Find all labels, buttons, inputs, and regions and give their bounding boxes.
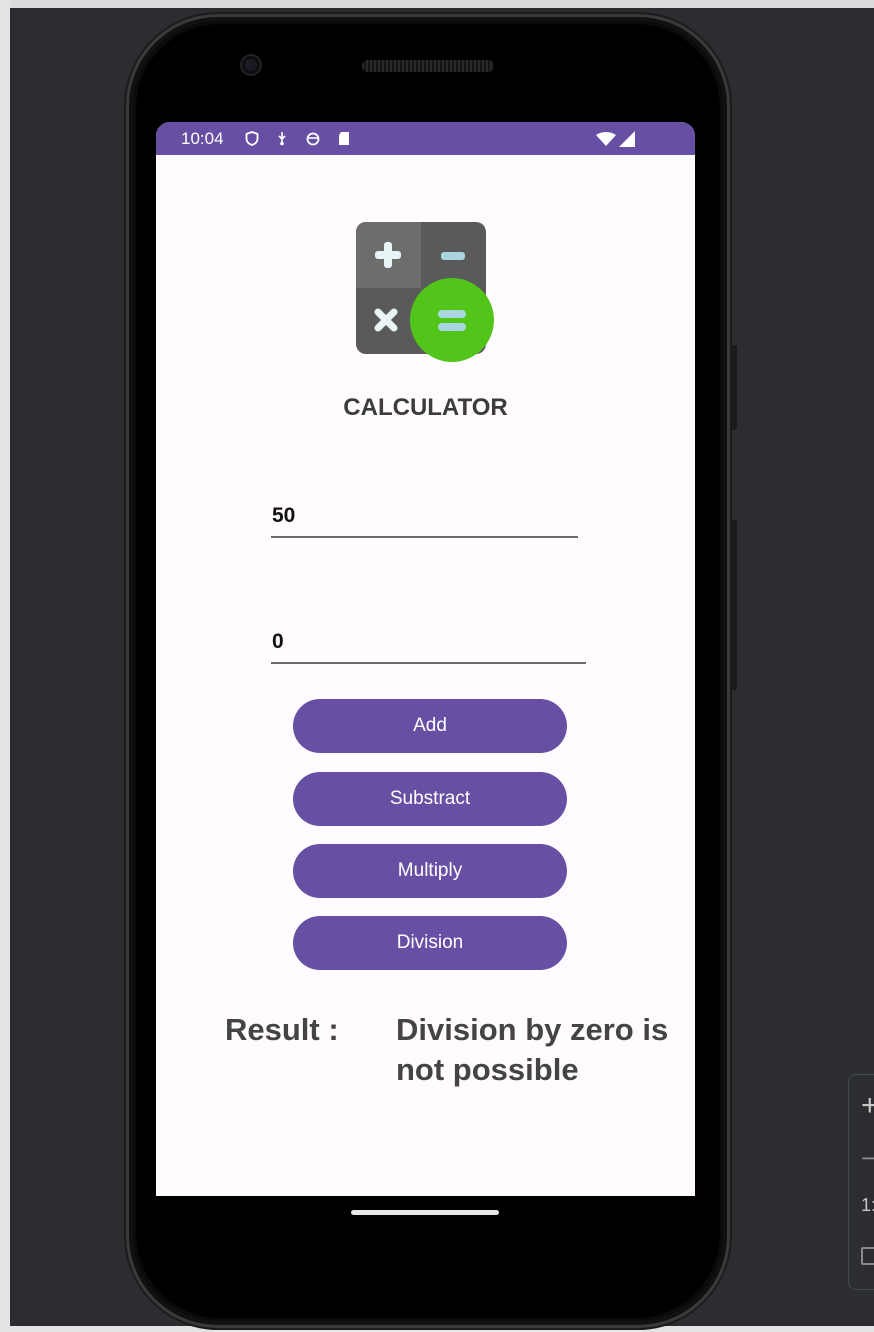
window-left-edge — [0, 0, 10, 1332]
result-label: Result : — [225, 1012, 339, 1047]
circle-icon — [306, 131, 320, 146]
first-number-input[interactable] — [271, 496, 578, 538]
wifi-icon — [596, 132, 616, 146]
status-bar: 10:04 — [156, 122, 695, 155]
result-value: Division by zero is not possible — [396, 1012, 669, 1087]
front-camera — [242, 56, 260, 74]
cell-signal-icon — [619, 131, 635, 147]
phone-screen: 10:04 CALCULATOR 50 0 Add Substract Mult… — [156, 122, 695, 1196]
zoom-in-button[interactable]: + — [861, 1089, 874, 1123]
status-time: 10:04 — [181, 129, 224, 148]
fit-screen-icon[interactable] — [861, 1247, 874, 1265]
add-button[interactable]: Add — [293, 699, 567, 753]
zoom-out-button[interactable]: − — [861, 1143, 874, 1174]
usb-icon — [275, 131, 289, 146]
sd-card-icon — [337, 131, 351, 146]
volume-button[interactable] — [731, 345, 737, 430]
home-indicator[interactable] — [351, 1210, 499, 1215]
zoom-ratio-button[interactable]: 1: — [861, 1195, 874, 1216]
subtract-button[interactable]: Substract — [293, 772, 567, 826]
division-button[interactable]: Division — [293, 916, 567, 970]
power-button[interactable] — [731, 520, 737, 690]
shield-icon — [245, 131, 259, 146]
multiply-button[interactable]: Multiply — [293, 844, 567, 898]
app-title: CALCULATOR — [343, 394, 508, 421]
earpiece-speaker — [362, 60, 494, 72]
second-number-input[interactable] — [271, 622, 586, 664]
window-top-edge — [0, 0, 874, 8]
navigation-bar — [156, 1196, 695, 1256]
calculator-logo-icon — [356, 222, 496, 364]
emulator-zoom-toolbar: + − 1: — [848, 1074, 874, 1290]
